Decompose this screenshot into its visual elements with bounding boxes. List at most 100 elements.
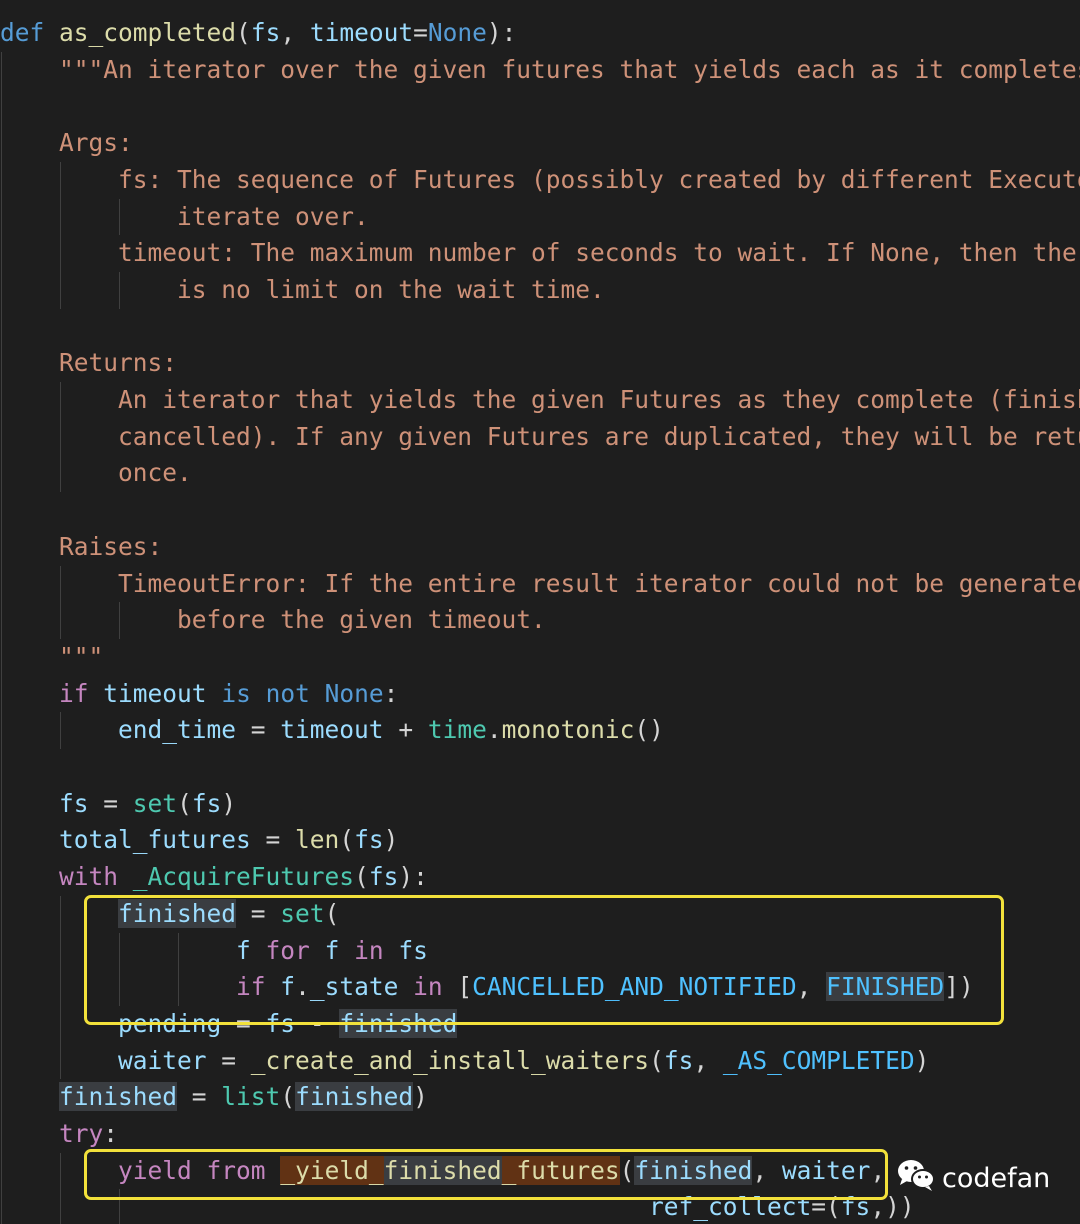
code-token: fs (663, 1045, 694, 1075)
code-line[interactable]: finished = list(finished) (0, 1079, 428, 1116)
code-token: ): (486, 18, 517, 47)
code-token: fs (59, 788, 89, 818)
code-line[interactable]: Raises: (0, 529, 162, 566)
code-line[interactable]: iterate over. (0, 199, 369, 236)
code-token: with (59, 862, 119, 892)
code-line[interactable]: end_time = timeout + time.monotonic() (0, 712, 664, 749)
code-token: finished (59, 1082, 178, 1112)
code-token: end_time (118, 715, 237, 745)
watermark-label: codefan (942, 1162, 1051, 1194)
code-token: = (177, 1082, 222, 1112)
code-token: . (486, 715, 502, 745)
code-token: ( (649, 1045, 664, 1075)
code-token: ) (221, 788, 237, 818)
code-line[interactable]: once. (0, 455, 192, 492)
code-line[interactable]: TimeoutError: If the entire result itera… (0, 566, 1080, 603)
code-token: _create_and_install_waiters (250, 1045, 650, 1075)
code-token: _AS_COMPLETED (722, 1045, 915, 1075)
code-token: : (383, 678, 399, 708)
code-line[interactable]: fs = set(fs) (0, 786, 236, 823)
code-token: Returns: (0, 348, 178, 378)
code-line[interactable]: with _AcquireFutures(fs): (0, 859, 428, 896)
code-token: timeout: The maximum number of seconds t… (0, 238, 1080, 268)
code-token: = (250, 825, 296, 855)
code-line[interactable]: if timeout is not None: (0, 676, 398, 713)
code-token: ( (354, 862, 369, 892)
code-token: timeout (103, 678, 207, 708)
code-token: try (59, 1119, 104, 1148)
code-line[interactable]: timeout: The maximum number of seconds t… (0, 235, 1080, 272)
wechat-icon (896, 1157, 936, 1200)
code-token: set (132, 788, 178, 818)
code-token: , (693, 1045, 723, 1075)
code-editor[interactable]: def as_completed(fs, timeout=None): """A… (0, 0, 1080, 1224)
code-token: monotonic (501, 715, 635, 745)
code-token: """An iterator over the given futures th… (0, 54, 1080, 84)
code-token: TimeoutError: If the entire result itera… (0, 568, 1080, 598)
code-line[interactable]: """ (0, 639, 103, 676)
code-line[interactable]: is no limit on the wait time. (0, 272, 605, 309)
code-token: fs (191, 788, 222, 818)
code-token: as_completed (59, 18, 237, 47)
code-token: """ (0, 641, 104, 671)
code-token: , (280, 18, 310, 47)
code-token: _AcquireFutures (132, 862, 355, 892)
code-token: time (427, 715, 487, 745)
code-token: = (236, 715, 281, 745)
code-line[interactable]: cancelled). If any given Futures are dup… (0, 419, 1080, 456)
code-token: is (221, 678, 251, 708)
code-token: fs: The sequence of Futures (possibly cr… (0, 164, 1080, 194)
code-token: ): (398, 862, 428, 892)
code-token: None (427, 18, 487, 47)
code-token: None (324, 678, 384, 708)
code-token: not (265, 678, 310, 708)
code-token: total_futures (59, 825, 251, 855)
code-token: = (413, 18, 428, 47)
code-token: list (221, 1082, 281, 1112)
code-token: def (0, 18, 45, 47)
code-line[interactable]: def as_completed(fs, timeout=None): (0, 15, 516, 52)
code-token: Raises: (0, 531, 163, 561)
code-token: : (103, 1119, 119, 1148)
code-line[interactable]: """An iterator over the given futures th… (0, 52, 1080, 89)
code-token: is no limit on the wait time. (0, 274, 605, 304)
highlight-box-yield-from (84, 1149, 888, 1200)
code-token: ) (383, 825, 399, 855)
code-token: len (295, 825, 340, 855)
code-token: timeout (280, 715, 384, 745)
code-line[interactable]: Args: (0, 125, 133, 162)
code-token: fs (250, 18, 281, 47)
code-line[interactable]: try: (0, 1116, 118, 1153)
code-line[interactable]: Returns: (0, 345, 177, 382)
code-token: finished (295, 1082, 414, 1112)
code-token: An iterator that yields the given Future… (0, 385, 1080, 414)
code-line[interactable]: total_futures = len(fs) (0, 822, 398, 859)
code-token: Args: (0, 128, 133, 158)
code-line[interactable]: before the given timeout. (0, 602, 546, 639)
code-token: = (88, 788, 133, 818)
code-token: once. (0, 458, 192, 488)
highlight-box-finished-set (84, 895, 1004, 1025)
code-token: iterate over. (0, 201, 369, 231)
code-token: ( (339, 825, 355, 855)
code-token: () (634, 715, 664, 745)
code-token: fs (354, 825, 384, 855)
code-token: ( (177, 788, 192, 818)
code-token: cancelled). If any given Futures are dup… (0, 421, 1080, 451)
code-token: = (206, 1045, 251, 1075)
code-line[interactable]: fs: The sequence of Futures (possibly cr… (0, 162, 1080, 199)
code-line[interactable]: An iterator that yields the given Future… (0, 382, 1080, 419)
code-line[interactable]: waiter = _create_and_install_waiters(fs,… (0, 1043, 929, 1080)
code-token: timeout (309, 18, 414, 47)
